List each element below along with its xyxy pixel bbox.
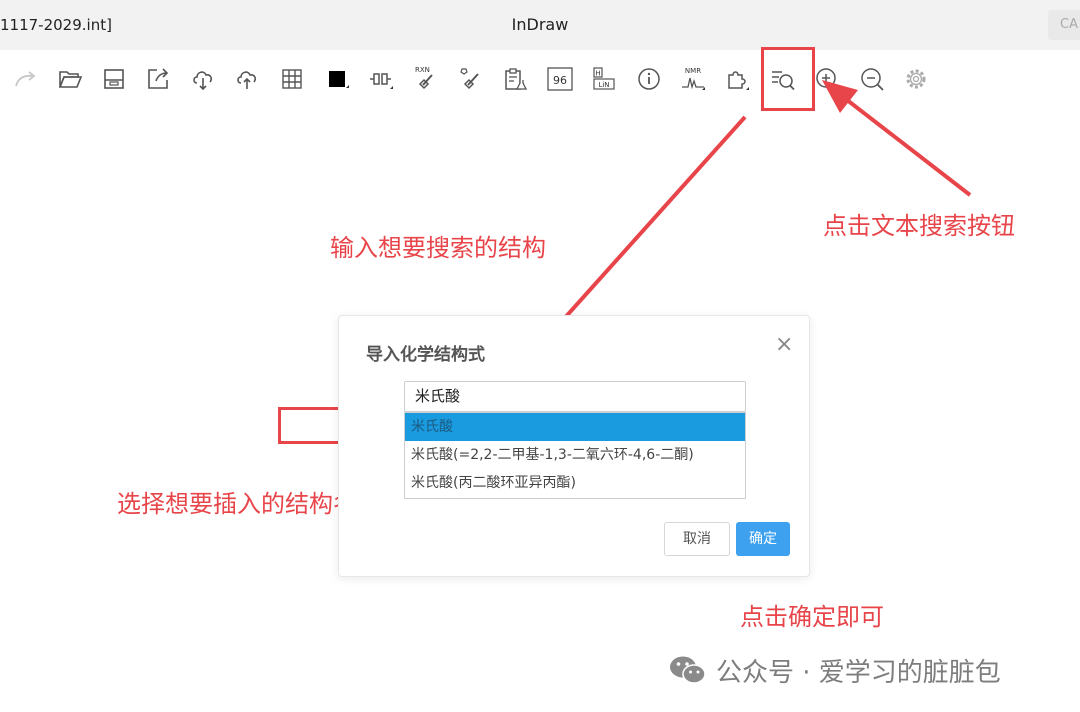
plugin-icon[interactable] [722, 64, 752, 94]
svg-text:NMR: NMR [685, 67, 701, 75]
zoom-out-icon[interactable] [857, 64, 887, 94]
cloud-upload-icon[interactable] [232, 64, 262, 94]
settings-icon[interactable] [901, 64, 931, 94]
suggestion-list: 米氏酸 米氏酸(=2,2-二甲基-1,3-二氧六环-4,6-二酮) 米氏酸(丙二… [404, 412, 746, 499]
title-bar: 1117-2029.int] InDraw CA [0, 0, 1080, 50]
h-ln-table-icon[interactable]: H LiN [589, 64, 619, 94]
bond-tool-icon[interactable] [366, 64, 396, 94]
clipboard-flask-icon[interactable] [500, 64, 530, 94]
wechat-logo-icon [670, 656, 706, 684]
zoom-in-icon[interactable] [812, 64, 842, 94]
redo-icon[interactable] [11, 64, 41, 94]
suggestion-item[interactable]: 米氏酸(丙二酸环亚异丙酯) [405, 469, 745, 497]
structure-search-input[interactable]: 米氏酸 [404, 381, 746, 412]
cancel-button[interactable]: 取消 [664, 522, 730, 556]
annotation-input-hint: 输入想要搜索的结构 [330, 234, 546, 262]
nmr-icon[interactable]: NMR [678, 64, 708, 94]
watermark: 公众号 · 爱学习的脏脏包 [668, 650, 1001, 690]
save-icon[interactable] [99, 64, 129, 94]
search-button-highlight [761, 47, 815, 111]
svg-text:RXN: RXN [415, 66, 430, 74]
suggestion-item[interactable]: 米氏酸(=2,2-二甲基-1,3-二氧六环-4,6-二酮) [405, 441, 745, 469]
number-96-icon[interactable]: 96 [545, 64, 575, 94]
watermark-text: 公众号 · 爱学习的脏脏包 [716, 657, 1001, 688]
annotation-search-button-hint: 点击文本搜索按钮 [823, 212, 1015, 240]
dialog-title: 导入化学结构式 [366, 345, 485, 365]
color-fill-icon[interactable] [322, 64, 352, 94]
import-structure-dialog: 导入化学结构式 × 米氏酸 米氏酸 米氏酸(=2,2-二甲基-1,3-二氧六环-… [338, 315, 810, 577]
open-folder-icon[interactable] [55, 64, 85, 94]
export-icon[interactable] [143, 64, 173, 94]
confirm-button[interactable]: 确定 [736, 522, 790, 556]
svg-text:LiN: LiN [598, 81, 609, 89]
suggestion-item[interactable]: 米氏酸 [405, 413, 745, 441]
app-title: InDraw [511, 15, 569, 34]
svg-text:96: 96 [553, 74, 567, 87]
svg-text:H: H [595, 70, 600, 78]
cloud-download-icon[interactable] [188, 64, 218, 94]
close-icon[interactable]: × [775, 334, 793, 356]
info-icon[interactable] [634, 64, 664, 94]
structure-clean-icon[interactable] [456, 64, 486, 94]
toolbar: RXN 96 H LiN NMR [0, 58, 1080, 102]
corner-button[interactable]: CA [1048, 10, 1080, 40]
reaction-clean-icon[interactable]: RXN [412, 64, 442, 94]
grid-icon[interactable] [277, 64, 307, 94]
annotation-confirm-hint: 点击确定即可 [740, 603, 884, 631]
